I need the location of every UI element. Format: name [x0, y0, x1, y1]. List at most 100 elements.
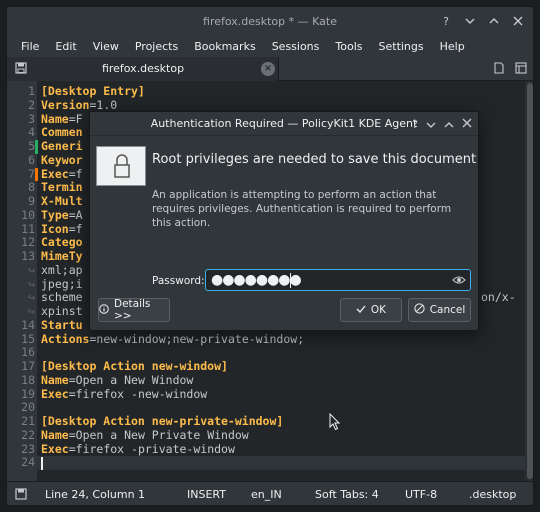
- tab-close-icon[interactable]: ×: [261, 62, 275, 76]
- entry-value: new-window;new-private-window;: [96, 331, 305, 346]
- menu-edit[interactable]: Edit: [47, 40, 84, 53]
- line-number: 18: [21, 372, 35, 387]
- entry-equals: =: [68, 166, 76, 181]
- file-type[interactable]: .desktop: [469, 488, 516, 501]
- dialog-titlebar[interactable]: Authentication Required — PolicyKit1 KDE…: [90, 112, 478, 136]
- maximize-icon[interactable]: [487, 14, 501, 28]
- indentation-setting[interactable]: Soft Tabs: 4: [315, 488, 379, 501]
- code-line: jpeg;i: [41, 277, 83, 292]
- entry-key: Name: [41, 372, 69, 387]
- menu-sessions[interactable]: Sessions: [264, 40, 328, 53]
- current-line-highlight: [37, 456, 525, 470]
- info-icon: [99, 303, 109, 317]
- menu-view[interactable]: View: [85, 40, 127, 53]
- new-tab-icon[interactable]: [493, 62, 505, 77]
- text-cursor: [41, 456, 43, 470]
- code-line: Type=A: [41, 207, 83, 223]
- mouse-pointer-icon: [329, 412, 341, 434]
- entry-value: Open a New Private Window: [75, 427, 249, 442]
- entry-key: Commen: [41, 125, 83, 140]
- entry-key: Exec: [41, 441, 69, 456]
- code-line: Name=Open a New Private Window: [41, 427, 249, 443]
- code-line: Generi: [41, 139, 83, 154]
- line-number: 23: [21, 441, 35, 456]
- entry-equals: =: [68, 441, 76, 456]
- code-line: xml;ap: [41, 263, 83, 278]
- line-number: 24: [21, 455, 35, 470]
- ok-button[interactable]: OK: [340, 298, 402, 322]
- cancel-icon: [414, 303, 425, 317]
- code-line: X-Mult: [41, 194, 83, 209]
- line-number: 5: [28, 139, 35, 153]
- menu-projects[interactable]: Projects: [127, 40, 186, 53]
- code-line: Commen: [41, 125, 83, 140]
- wrapped-value-tail: on/x-: [481, 290, 516, 305]
- scrollbar-thumb[interactable]: [527, 83, 533, 479]
- code-line: xpinst: [41, 304, 83, 319]
- modification-marker: [35, 140, 38, 154]
- cancel-button[interactable]: Cancel: [408, 298, 471, 322]
- line-number: 20: [21, 400, 35, 415]
- password-field[interactable]: ●●●●●●●●: [205, 269, 471, 291]
- code-line: [Desktop Entry]: [41, 84, 145, 99]
- dialog-title: Authentication Required — PolicyKit1 KDE…: [150, 117, 418, 130]
- lock-icon: [96, 146, 146, 186]
- line-number: 1: [28, 84, 35, 98]
- vertical-scrollbar[interactable]: [525, 81, 533, 481]
- entry-key: Name: [41, 427, 69, 442]
- line-number: 14: [21, 317, 35, 332]
- entry-key: Exec: [41, 166, 69, 181]
- dialog-maximize-icon[interactable]: [444, 118, 454, 131]
- code-line: Exec=f: [41, 166, 83, 182]
- entry-equals: =: [68, 221, 76, 236]
- minimize-icon[interactable]: [463, 14, 477, 28]
- close-icon[interactable]: [511, 14, 525, 28]
- line-number: ↪: [28, 304, 35, 318]
- entry-key: Icon: [41, 221, 69, 236]
- line-number: 15: [21, 331, 35, 346]
- menu-help[interactable]: Help: [432, 40, 473, 53]
- menu-settings[interactable]: Settings: [371, 40, 432, 53]
- tab-firefox-desktop[interactable]: firefox.desktop ×: [7, 57, 279, 81]
- menu-tools[interactable]: Tools: [327, 40, 370, 53]
- code-line: Startu: [41, 317, 83, 333]
- details-label: Details >>: [114, 298, 151, 322]
- line-number: 8: [28, 180, 35, 195]
- line-number: 19: [21, 386, 35, 401]
- details-button[interactable]: Details >>: [98, 298, 170, 322]
- entry-value: A: [75, 207, 83, 222]
- code-line: scheme on/x-: [41, 290, 516, 305]
- line-number: 11: [21, 221, 35, 236]
- window-titlebar[interactable]: firefox.desktop * — Kate ?: [7, 7, 533, 35]
- entry-equals: =: [68, 207, 76, 222]
- entry-equals: =: [68, 111, 76, 126]
- line-number: 22: [21, 427, 35, 442]
- dialog-help-icon[interactable]: ?: [412, 118, 418, 131]
- text-caret: [290, 273, 291, 288]
- code-line: [Desktop Action new-window]: [41, 359, 228, 374]
- code-line: Keywor: [41, 153, 83, 168]
- dialog-close-icon[interactable]: [462, 118, 472, 131]
- show-password-icon[interactable]: [452, 273, 466, 287]
- menu-file[interactable]: File: [13, 40, 47, 53]
- line-number: 4: [28, 125, 35, 140]
- line-number: ↪: [28, 290, 35, 305]
- section-header: [Desktop Action new-window]: [41, 359, 228, 373]
- checkmark-icon: [356, 304, 366, 317]
- menu-bookmarks[interactable]: Bookmarks: [186, 40, 263, 53]
- help-icon[interactable]: ?: [439, 14, 453, 28]
- cursor-position[interactable]: Line 24, Column 1: [45, 488, 145, 501]
- tab-list-icon[interactable]: [515, 62, 527, 77]
- entry-value: firefox -private-window: [75, 441, 235, 456]
- code-line: Exec=firefox -new-window: [41, 387, 207, 402]
- entry-key: Startu: [41, 317, 83, 332]
- password-mask: ●●●●●●●●: [211, 272, 302, 288]
- input-mode[interactable]: INSERT: [187, 488, 226, 501]
- encoding[interactable]: UTF-8: [405, 488, 437, 501]
- dialog-minimize-icon[interactable]: [426, 118, 436, 131]
- spellcheck-language[interactable]: en_IN: [251, 488, 282, 501]
- status-save-icon[interactable]: [15, 488, 27, 503]
- line-number: 10: [21, 207, 35, 222]
- modification-marker: [35, 167, 38, 182]
- line-number: 21: [21, 414, 35, 428]
